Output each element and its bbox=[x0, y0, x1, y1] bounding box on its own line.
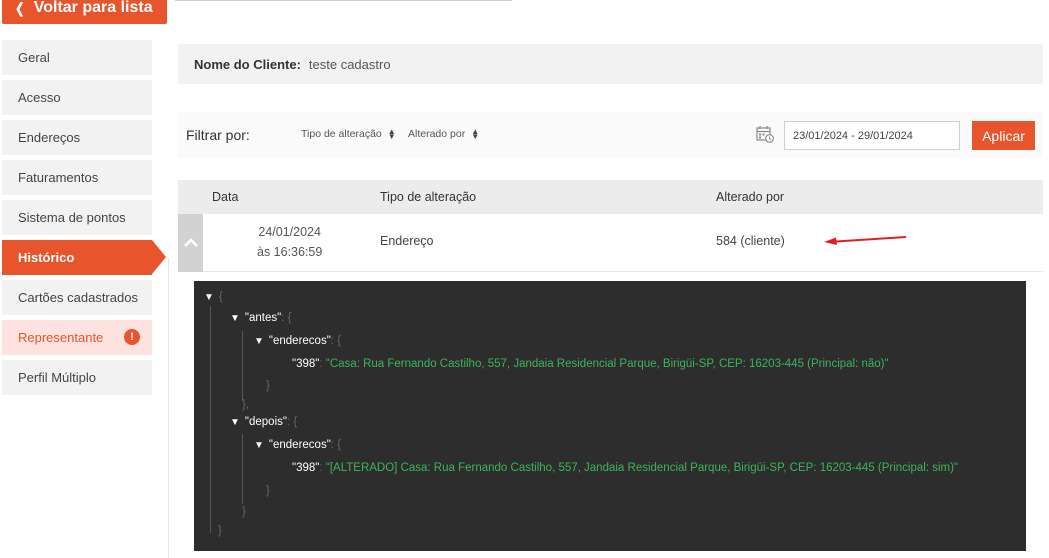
json-line: }, bbox=[242, 399, 249, 411]
expand-triangle-icon[interactable]: ▼ bbox=[230, 313, 240, 324]
expand-triangle-icon[interactable]: ▼ bbox=[254, 336, 264, 347]
json-punctuation: } bbox=[242, 506, 246, 518]
json-punctuation: } bbox=[218, 525, 222, 537]
indent-guide bbox=[242, 331, 243, 401]
sort-icon: ▲ ▼ bbox=[387, 127, 396, 141]
row-changed-by: 584 (cliente) bbox=[716, 234, 785, 248]
client-name-bar: Nome do Cliente: teste cadastro bbox=[178, 44, 1043, 84]
json-line: } bbox=[266, 380, 270, 392]
json-line: ▼ "enderecos": { bbox=[254, 335, 341, 347]
json-punctuation: : { bbox=[330, 439, 342, 451]
json-line: } bbox=[266, 485, 270, 497]
json-viewer: ▼{ ▼ "antes": { ▼ "enderecos": { "398": "C… bbox=[194, 281, 1026, 551]
client-name-value: teste cadastro bbox=[308, 56, 391, 72]
table-header: Data Tipo de alteração Alterado por bbox=[178, 180, 1043, 214]
indent-guide bbox=[210, 306, 211, 533]
client-name-label: Nome do Cliente: bbox=[194, 56, 301, 72]
date-range-input[interactable] bbox=[784, 121, 960, 150]
json-line: } bbox=[218, 525, 222, 537]
json-punctuation: : { bbox=[286, 416, 298, 428]
json-string-value: "[ALTERADO] Casa: Rua Fernando Castilho,… bbox=[325, 462, 959, 474]
filter-alterado-por[interactable]: Alterado por ▲ ▼ bbox=[408, 127, 480, 141]
sidebar-item-label: Cartões cadastrados bbox=[18, 290, 138, 305]
chevron-left-icon: ❮ bbox=[15, 0, 25, 16]
json-key-depois: "depois" bbox=[244, 416, 287, 428]
column-header-data[interactable]: Data bbox=[212, 190, 238, 204]
indent-guide bbox=[242, 434, 243, 504]
sidebar: Geral Acesso Endereços Faturamentos Sist… bbox=[2, 40, 166, 400]
json-line: "398": "Casa: Rua Fernando Castilho, 557… bbox=[292, 358, 889, 370]
sidebar-item-label: Histórico bbox=[18, 250, 75, 265]
json-key-antes: "antes" bbox=[244, 312, 282, 324]
sidebar-item-label: Endereços bbox=[18, 130, 81, 145]
top-divider bbox=[175, 0, 512, 1]
expand-triangle-icon[interactable]: ▼ bbox=[230, 417, 240, 428]
json-punctuation: : { bbox=[330, 335, 342, 347]
sidebar-item-label: Representante bbox=[18, 330, 104, 345]
json-line: ▼{ bbox=[204, 291, 223, 303]
row-date-time: às 16:36:59 bbox=[257, 245, 323, 259]
sidebar-item-label: Faturamentos bbox=[18, 170, 99, 185]
calendar-icon[interactable] bbox=[756, 125, 774, 143]
sidebar-item-sistema-de-pontos[interactable]: Sistema de pontos bbox=[2, 200, 152, 235]
sidebar-item-perfil-multiplo[interactable]: Perfil Múltiplo bbox=[2, 360, 152, 395]
json-key-enderecos: "enderecos" bbox=[268, 439, 331, 451]
table-row[interactable]: 24/01/2024 às 16:36:59 Endereço 584 (cli… bbox=[178, 214, 1043, 272]
sidebar-item-faturamentos[interactable]: Faturamentos bbox=[2, 160, 152, 195]
filter-option-label: Alterado por bbox=[408, 128, 466, 140]
page: ❮ Voltar para lista Geral Acesso Endereç… bbox=[0, 0, 1049, 558]
sidebar-item-cartoes-cadastrados[interactable]: Cartões cadastrados bbox=[2, 280, 152, 315]
json-punctuation: : bbox=[319, 358, 323, 370]
json-key-398: "398" bbox=[292, 358, 320, 370]
sort-icon: ▲ ▼ bbox=[471, 127, 480, 141]
back-to-list-button[interactable]: ❮ Voltar para lista bbox=[2, 0, 167, 24]
json-key-enderecos: "enderecos" bbox=[268, 335, 331, 347]
expand-triangle-icon[interactable]: ▼ bbox=[254, 440, 264, 451]
back-to-list-label: Voltar para lista bbox=[33, 0, 153, 16]
sidebar-item-enderecos[interactable]: Endereços bbox=[2, 120, 152, 155]
json-punctuation: { bbox=[218, 291, 223, 303]
filter-bar: Filtrar por: Tipo de alteração ▲ ▼ Altera… bbox=[178, 112, 1043, 158]
chevron-up-icon bbox=[183, 238, 198, 247]
json-punctuation: } bbox=[266, 485, 270, 497]
sidebar-item-representante[interactable]: Representante ! bbox=[2, 320, 152, 355]
content-divider bbox=[168, 258, 169, 558]
json-line: "398": "[ALTERADO] Casa: Rua Fernando Ca… bbox=[292, 462, 958, 474]
json-line: ▼ "antes": { bbox=[230, 312, 291, 324]
json-key-398: "398" bbox=[292, 462, 320, 474]
sidebar-item-label: Acesso bbox=[18, 90, 61, 105]
json-punctuation: }, bbox=[242, 399, 250, 411]
sidebar-item-label: Sistema de pontos bbox=[18, 210, 126, 225]
column-header-alterado-por[interactable]: Alterado por bbox=[716, 190, 784, 204]
alert-icon: ! bbox=[124, 329, 140, 345]
json-line: ▼ "enderecos": { bbox=[254, 439, 341, 451]
row-date-day: 24/01/2024 bbox=[258, 225, 321, 239]
json-punctuation: : bbox=[319, 462, 323, 474]
row-type: Endereço bbox=[380, 234, 434, 248]
sidebar-item-historico[interactable]: Histórico bbox=[2, 240, 166, 275]
sidebar-item-geral[interactable]: Geral bbox=[2, 40, 152, 75]
apply-button[interactable]: Aplicar bbox=[972, 121, 1035, 150]
filter-label: Filtrar por: bbox=[186, 127, 250, 143]
filter-option-label: Tipo de alteração bbox=[301, 128, 382, 140]
expand-triangle-icon[interactable]: ▼ bbox=[204, 292, 214, 303]
filter-tipo-alteracao[interactable]: Tipo de alteração ▲ ▼ bbox=[301, 127, 396, 141]
annotation-arrow-icon bbox=[824, 236, 906, 245]
json-punctuation: } bbox=[266, 380, 270, 392]
column-header-tipo[interactable]: Tipo de alteração bbox=[380, 190, 476, 204]
sidebar-item-label: Geral bbox=[18, 50, 50, 65]
sidebar-item-label: Perfil Múltiplo bbox=[18, 370, 97, 385]
json-punctuation: : { bbox=[281, 312, 292, 324]
json-string-value: "Casa: Rua Fernando Castilho, 557, Janda… bbox=[325, 358, 889, 370]
collapse-row-button[interactable] bbox=[178, 214, 203, 272]
sidebar-item-acesso[interactable]: Acesso bbox=[2, 80, 152, 115]
json-line: } bbox=[242, 506, 246, 518]
row-date: 24/01/2024 às 16:36:59 bbox=[257, 222, 322, 262]
json-line: ▼ "depois": { bbox=[230, 416, 297, 428]
